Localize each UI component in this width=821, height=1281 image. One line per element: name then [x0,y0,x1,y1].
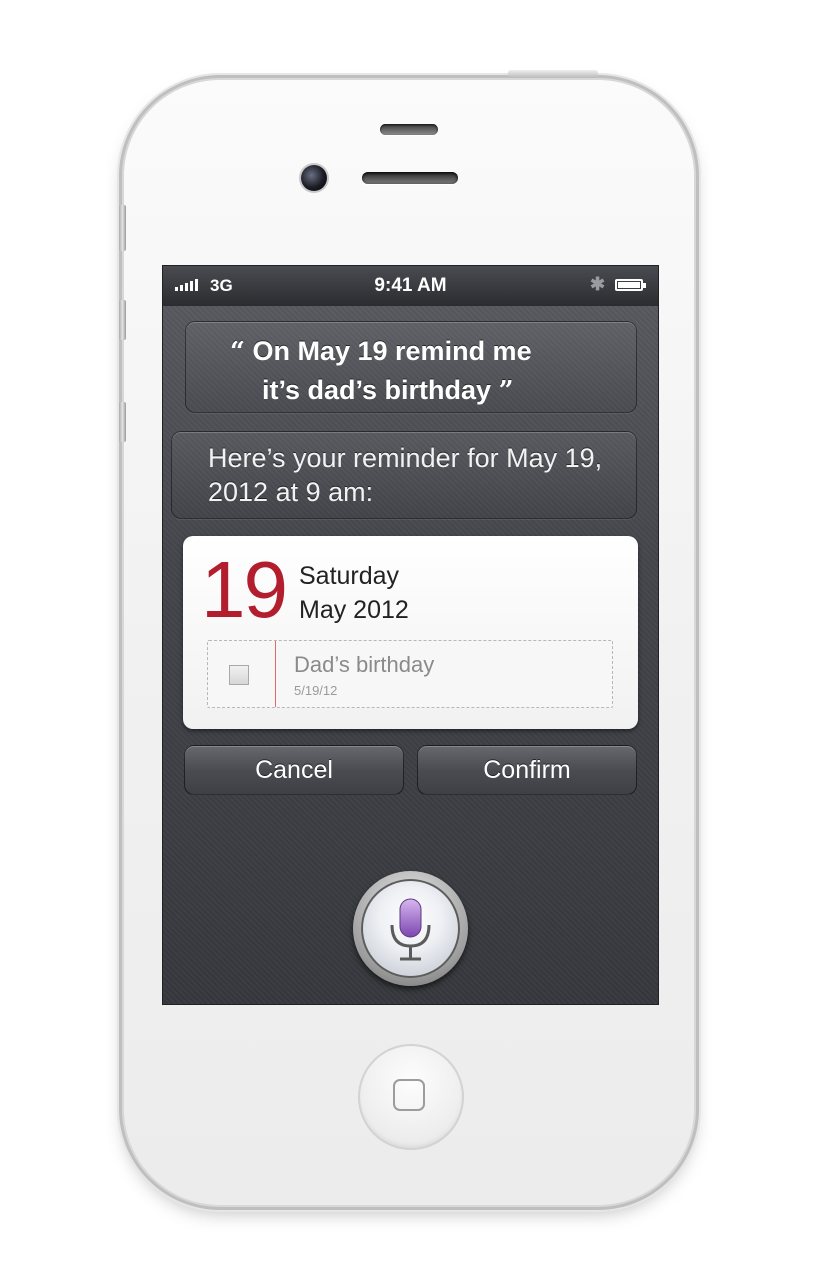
reminder-item[interactable]: Dad’s birthday 5/19/12 [207,640,613,708]
volume-down-button[interactable] [119,402,126,442]
siri-screen: 3G 9:41 AM ✱ “ On May 19 remind me it’s … [163,266,658,1004]
home-square-icon [393,1079,425,1111]
microphone-icon [390,898,431,961]
reminder-date: 5/19/12 [294,683,338,698]
sleep-wake-button[interactable] [508,70,598,78]
user-speech-bubble: “ On May 19 remind me it’s dad’s birthda… [185,321,637,413]
confirm-button[interactable]: Confirm [417,745,637,795]
reminder-month-year: May 2012 [299,596,409,624]
reminder-day-number: 19 [201,545,288,634]
mute-switch[interactable] [119,205,126,251]
battery-icon [615,279,646,291]
speaker-grille [362,172,458,184]
volume-up-button[interactable] [119,300,126,340]
open-quote-mark: “ [230,337,245,367]
assistant-speech-bubble: Here’s your reminder for May 19, 2012 at… [171,431,637,519]
user-utterance-line2: it’s dad’s birthday [262,375,492,405]
status-time: 9:41 AM [374,275,447,296]
home-button[interactable] [358,1044,464,1150]
close-quote-mark: ” [498,376,514,406]
user-utterance-line1: On May 19 remind me [252,336,532,366]
siri-mic-button[interactable] [353,871,468,986]
assistant-response: Here’s your reminder for May 19, 2012 at… [208,443,603,507]
reminder-card[interactable]: 19 Saturday May 2012 Dad’s birthday 5/19… [183,536,638,729]
user-utterance: “ On May 19 remind me it’s dad’s birthda… [230,332,610,410]
cancel-button[interactable]: Cancel [184,745,404,795]
front-camera [301,165,327,191]
reminder-title: Dad’s birthday [294,652,435,677]
margin-line [275,641,276,707]
status-bar: 3G 9:41 AM ✱ [163,266,658,306]
mic-button-face [361,879,460,978]
reminder-weekday: Saturday [299,562,400,590]
bluetooth-icon: ✱ [590,274,606,294]
reminder-checkbox[interactable] [229,665,249,685]
earpiece-slot [380,124,438,135]
